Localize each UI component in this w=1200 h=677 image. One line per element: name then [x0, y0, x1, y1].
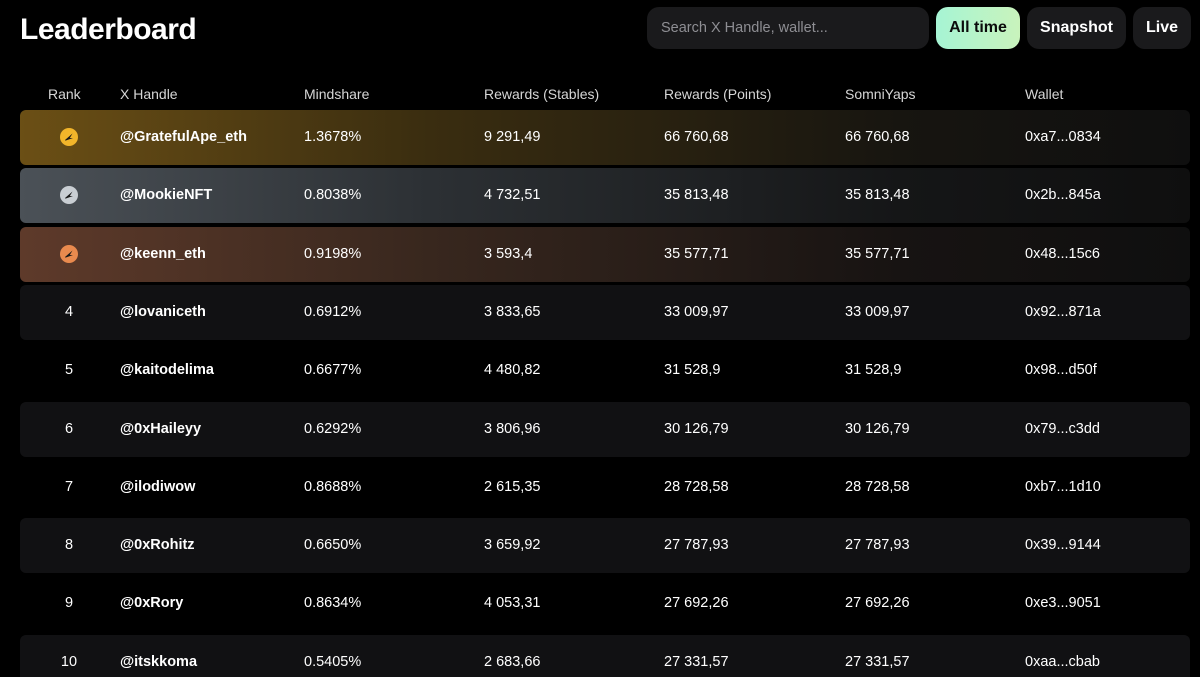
table-row[interactable]: 10 @itskkoma 0.5405% 2 683,66 27 331,57 27 33… — [20, 634, 1190, 677]
wallet-cell[interactable]: 0x92...871a — [1025, 285, 1101, 340]
rewards-stables-cell: 3 806,96 — [484, 420, 541, 437]
wallet-cell[interactable]: 0xe3...9051 — [1025, 576, 1101, 631]
rank-cell: 10 — [60, 653, 78, 670]
wallet-cell[interactable]: 0x39...9144 — [1025, 518, 1101, 573]
rewards-stables-cell: 2 683,66 — [484, 653, 541, 670]
rewards-points-cell: 35 577,71 — [664, 245, 729, 262]
somniyaps-cell: 66 760,68 — [845, 129, 910, 145]
mindshare-cell: 0.8634% — [304, 595, 362, 612]
mindshare-cell: 0.8038% — [304, 187, 362, 204]
wallet-cell[interactable]: 0x98...d50f — [1025, 343, 1097, 398]
table-header: Rank X Handle Mindshare Rewards (Stables… — [20, 84, 1190, 106]
table-row[interactable]: @keenn_eth 0.9198% 3 593,4 35 577,71 35 577,… — [20, 226, 1190, 282]
handle-cell[interactable]: @MookieNFT — [120, 168, 212, 223]
column-header-rewards-points[interactable]: Rewards (Points) — [664, 86, 771, 102]
table-row[interactable]: 6 @0xHaileyy 0.6292% 3 806,96 30 126,79 30 12… — [20, 401, 1190, 457]
table-row[interactable]: 5 @kaitodelima 0.6677% 4 480,82 31 528,9 31 5… — [20, 343, 1190, 398]
filter-all-time-button[interactable]: All time — [936, 7, 1020, 49]
mindshare-cell: 0.6650% — [304, 537, 362, 554]
mindshare-cell: 0.6912% — [304, 303, 362, 320]
handle-cell[interactable]: @keenn_eth — [120, 227, 206, 282]
table-row[interactable]: 8 @0xRohitz 0.6650% 3 659,92 27 787,93 27 787… — [20, 518, 1190, 574]
rewards-points-cell: 28 728,58 — [664, 478, 729, 495]
mindshare-cell: 0.8688% — [304, 478, 362, 495]
rewards-stables-cell: 4 053,31 — [484, 595, 541, 612]
handle-cell[interactable]: @ilodiwow — [120, 460, 195, 515]
rewards-points-cell: 66 760,68 — [664, 129, 729, 145]
table-row[interactable]: @MookieNFT 0.8038% 4 732,51 35 813,48 35 813… — [20, 168, 1190, 224]
rewards-stables-cell: 9 291,49 — [484, 129, 541, 145]
wallet-cell[interactable]: 0xa7...0834 — [1025, 110, 1101, 165]
handle-cell[interactable]: @lovaniceth — [120, 285, 206, 340]
rank-cell: 5 — [64, 362, 74, 379]
rewards-points-cell: 27 331,57 — [664, 653, 729, 670]
rank-cell: 8 — [64, 537, 74, 554]
wallet-cell[interactable]: 0x2b...845a — [1025, 168, 1101, 223]
rewards-stables-cell: 3 659,92 — [484, 537, 541, 554]
rewards-points-cell: 33 009,97 — [664, 303, 729, 320]
mindshare-cell: 0.6292% — [304, 420, 362, 437]
silver-medal-icon — [60, 186, 78, 205]
rewards-points-cell: 31 528,9 — [664, 362, 721, 379]
table-row[interactable]: 4 @lovaniceth 0.6912% 3 833,65 33 009,97 33 0… — [20, 284, 1190, 340]
somniyaps-cell: 27 787,93 — [845, 537, 910, 554]
rewards-stables-cell: 3 833,65 — [484, 303, 541, 320]
rewards-stables-cell: 2 615,35 — [484, 478, 541, 495]
handle-cell[interactable]: @0xHaileyy — [120, 402, 201, 457]
mindshare-cell: 1.3678% — [304, 129, 362, 145]
somniyaps-cell: 31 528,9 — [845, 362, 902, 379]
gold-medal-icon — [60, 128, 78, 146]
somniyaps-cell: 27 692,26 — [845, 595, 910, 612]
rewards-stables-cell: 4 732,51 — [484, 187, 541, 204]
column-header-handle[interactable]: X Handle — [120, 86, 178, 102]
mindshare-cell: 0.9198% — [304, 245, 362, 262]
handle-cell[interactable]: @GratefulApe_eth — [120, 110, 247, 165]
column-header-somniyaps[interactable]: SomniYaps — [845, 86, 916, 102]
column-header-rewards-stables[interactable]: Rewards (Stables) — [484, 86, 599, 102]
somniyaps-cell: 28 728,58 — [845, 478, 910, 495]
handle-cell[interactable]: @0xRohitz — [120, 518, 195, 573]
rank-cell: 7 — [64, 478, 74, 495]
rank-cell: 6 — [64, 420, 74, 437]
mindshare-cell: 0.6677% — [304, 362, 362, 379]
table-row[interactable]: @GratefulApe_eth 1.3678% 9 291,49 66 760,68… — [20, 110, 1190, 165]
rewards-points-cell: 27 787,93 — [664, 537, 729, 554]
bronze-medal-icon — [60, 244, 78, 263]
page-title: Leaderboard — [20, 13, 197, 46]
wallet-cell[interactable]: 0x79...c3dd — [1025, 402, 1100, 457]
search-input[interactable] — [647, 7, 929, 49]
table-row[interactable]: 9 @0xRory 0.8634% 4 053,31 27 692,26 27 692,2… — [20, 576, 1190, 631]
somniyaps-cell: 35 813,48 — [845, 187, 910, 204]
somniyaps-cell: 30 126,79 — [845, 420, 910, 437]
column-header-rank[interactable]: Rank — [48, 86, 81, 102]
filter-live-button[interactable]: Live — [1133, 7, 1191, 49]
wallet-cell[interactable]: 0xaa...cbab — [1025, 635, 1100, 677]
handle-cell[interactable]: @itskkoma — [120, 635, 197, 677]
rewards-stables-cell: 3 593,4 — [484, 245, 533, 262]
rewards-stables-cell: 4 480,82 — [484, 362, 541, 379]
mindshare-cell: 0.5405% — [304, 653, 362, 670]
rank-cell: 4 — [64, 303, 74, 320]
somniyaps-cell: 35 577,71 — [845, 245, 910, 262]
leaderboard-page: Leaderboard All time Snapshot Live Rank … — [0, 0, 1200, 677]
somniyaps-cell: 33 009,97 — [845, 303, 910, 320]
rewards-points-cell: 35 813,48 — [664, 187, 729, 204]
handle-cell[interactable]: @0xRory — [120, 576, 183, 631]
column-header-wallet[interactable]: Wallet — [1025, 86, 1063, 102]
rank-cell: 9 — [64, 595, 74, 612]
rewards-points-cell: 30 126,79 — [664, 420, 729, 437]
filter-snapshot-button[interactable]: Snapshot — [1027, 7, 1126, 49]
handle-cell[interactable]: @kaitodelima — [120, 343, 214, 398]
column-header-mindshare[interactable]: Mindshare — [304, 86, 369, 102]
table-row[interactable]: 7 @ilodiwow 0.8688% 2 615,35 28 728,58 28 728… — [20, 460, 1190, 515]
wallet-cell[interactable]: 0x48...15c6 — [1025, 227, 1100, 282]
rewards-points-cell: 27 692,26 — [664, 595, 729, 612]
wallet-cell[interactable]: 0xb7...1d10 — [1025, 460, 1101, 515]
somniyaps-cell: 27 331,57 — [845, 653, 910, 670]
